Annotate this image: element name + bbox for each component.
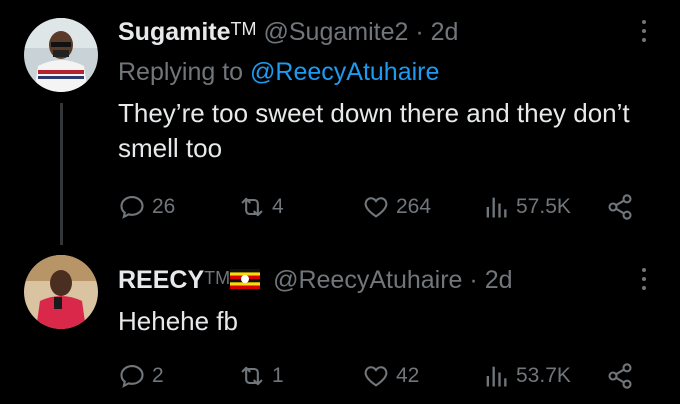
like-icon [364, 366, 388, 387]
reply-icon [120, 365, 144, 388]
avatar-sugamite[interactable] [24, 18, 98, 92]
replying-to: Replying to @ReecyAtuhaire [118, 58, 439, 87]
timestamp[interactable]: 2d [485, 266, 513, 294]
retweet-count: 1 [272, 364, 284, 387]
handle[interactable]: @ReecyAtuhaire [273, 266, 462, 294]
share-icon [608, 363, 632, 389]
retweet-button[interactable]: 1 [238, 358, 284, 394]
reply-icon [120, 196, 144, 219]
handle[interactable]: @Sugamite2 [263, 18, 408, 46]
like-count: 264 [396, 195, 432, 218]
tweet-sugamite[interactable]: SugamiteTM @Sugamite2 · 2d Replying to @… [0, 0, 680, 250]
share-button[interactable] [606, 189, 640, 225]
name-suffix: TM [230, 19, 257, 39]
tweet-text: Hehehe fb [118, 306, 238, 336]
tweet-actions: 2 1 42 53.7K [118, 358, 638, 394]
avatar-reecy[interactable] [24, 255, 98, 329]
uganda-flag-icon [230, 269, 261, 289]
views-icon [486, 197, 507, 218]
views-button[interactable]: 57.5K [482, 189, 571, 225]
tweet-reecy[interactable]: REECYTM @ReecyAtuhaire · 2d Hehehe fb 2 … [0, 250, 680, 404]
separator: · [415, 18, 424, 46]
tweet-actions: 26 4 264 57.5K [118, 189, 638, 225]
replying-label: Replying to [118, 58, 244, 86]
views-icon [486, 366, 507, 387]
views-button[interactable]: 53.7K [482, 358, 571, 394]
reply-count: 2 [152, 364, 164, 387]
replying-to-link[interactable]: @ReecyAtuhaire [250, 58, 439, 86]
retweet-icon [241, 197, 263, 217]
views-count: 53.7K [516, 364, 571, 387]
views-count: 57.5K [516, 195, 571, 218]
display-name[interactable]: Sugamite [118, 18, 231, 46]
retweet-button[interactable]: 4 [238, 189, 284, 225]
more-icon[interactable] [642, 20, 648, 47]
like-count: 42 [396, 364, 420, 387]
retweet-count: 4 [272, 195, 284, 218]
reply-count: 26 [152, 195, 176, 218]
reply-button[interactable]: 2 [118, 358, 164, 394]
like-icon [364, 197, 388, 218]
display-name[interactable]: REECY [118, 266, 204, 294]
like-button[interactable]: 264 [362, 189, 431, 225]
reply-button[interactable]: 26 [118, 189, 175, 225]
timestamp[interactable]: 2d [431, 18, 459, 46]
more-icon[interactable] [642, 268, 648, 295]
tweet-header: REECYTM @ReecyAtuhaire · 2d [118, 266, 513, 295]
name-suffix: TM [204, 268, 231, 288]
tweet-text: They’re too sweet down there and they do… [118, 98, 630, 163]
share-icon [608, 194, 632, 220]
thread-line [60, 103, 63, 245]
like-button[interactable]: 42 [362, 358, 419, 394]
separator: · [469, 266, 478, 294]
share-button[interactable] [606, 358, 640, 394]
retweet-icon [241, 366, 263, 386]
tweet-header: SugamiteTM @Sugamite2 · 2d [118, 18, 458, 47]
